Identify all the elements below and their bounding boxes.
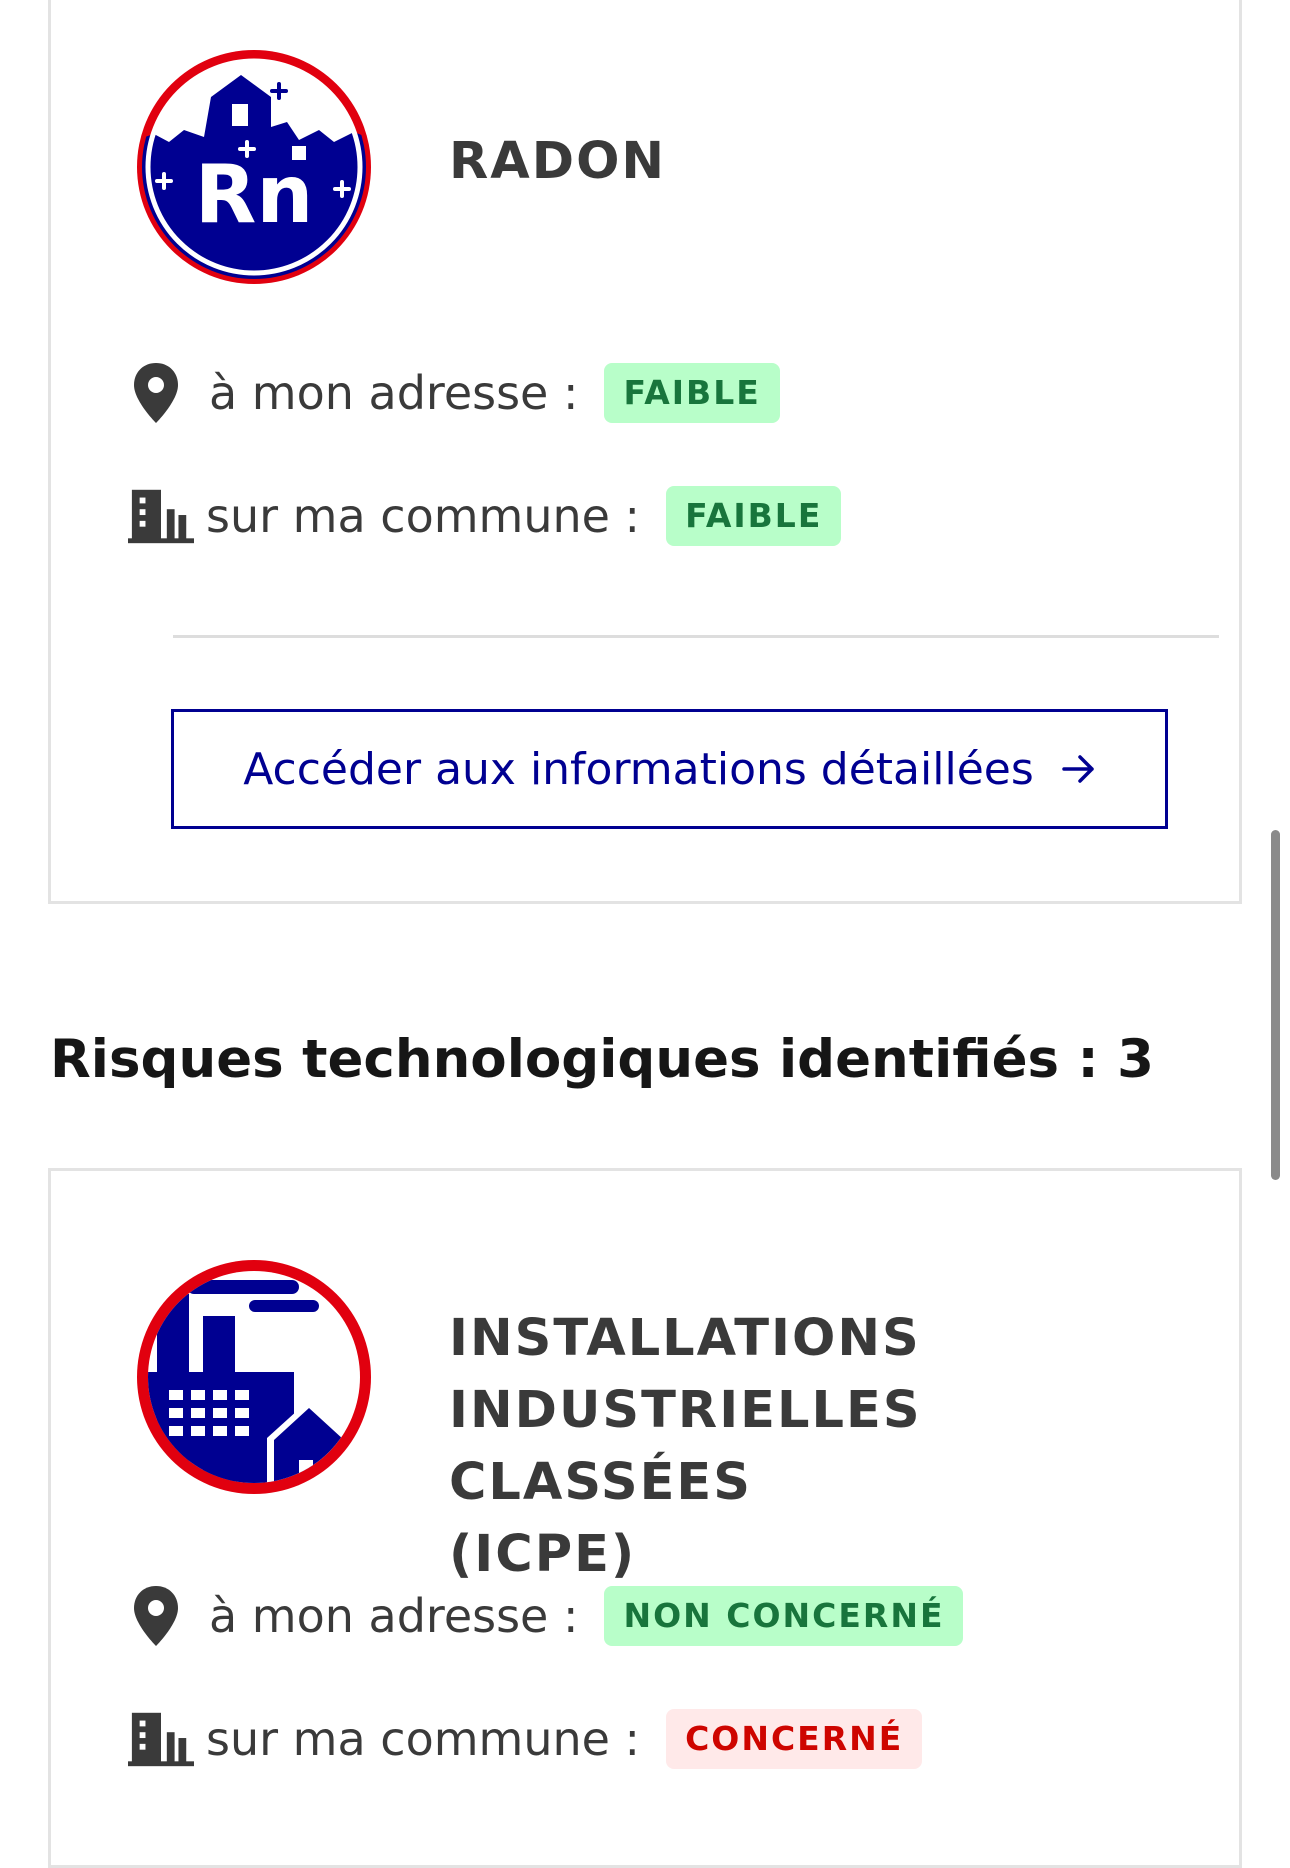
risk-card-icpe: INSTALLATIONS INDUSTRIELLES CLASSÉES (IC… xyxy=(48,1168,1242,1868)
address-label: à mon adresse : xyxy=(209,1589,579,1643)
address-risk-row: à mon adresse : FAIBLE xyxy=(131,358,780,428)
status-badge: NON CONCERNÉ xyxy=(604,1586,964,1646)
risk-title-line: INSTALLATIONS xyxy=(449,1309,921,1368)
status-badge: FAIBLE xyxy=(604,363,780,423)
detail-button-label: Accéder aux informations détaillées xyxy=(243,743,1034,795)
risk-title-line: INDUSTRIELLES CLASSÉES xyxy=(449,1381,922,1512)
address-risk-row: à mon adresse : NON CONCERNÉ xyxy=(131,1581,964,1651)
building-icon xyxy=(128,483,194,549)
building-icon xyxy=(128,1706,194,1772)
scrollbar[interactable] xyxy=(1271,830,1280,1180)
status-badge: FAIBLE xyxy=(666,486,842,546)
card-divider xyxy=(173,635,1219,638)
location-pin-icon xyxy=(131,1583,197,1649)
commune-risk-row: sur ma commune : FAIBLE xyxy=(128,481,842,551)
arrow-right-icon xyxy=(1062,754,1096,784)
address-label: à mon adresse : xyxy=(209,366,579,420)
commune-risk-row: sur ma commune : CONCERNÉ xyxy=(128,1704,923,1774)
factory-icon xyxy=(137,1260,371,1494)
svg-text:Rn: Rn xyxy=(195,148,314,241)
risk-title: INSTALLATIONS INDUSTRIELLES CLASSÉES (IC… xyxy=(449,1303,1239,1591)
risk-title: RADON xyxy=(449,132,667,191)
commune-label: sur ma commune : xyxy=(206,489,641,543)
radon-icon: Rn xyxy=(137,50,371,284)
detail-info-button[interactable]: Accéder aux informations détaillées xyxy=(171,709,1168,829)
section-title: Risques technologiques identifiés : 3 xyxy=(50,1029,1155,1090)
location-pin-icon xyxy=(131,360,197,426)
commune-label: sur ma commune : xyxy=(206,1712,641,1766)
status-badge: CONCERNÉ xyxy=(666,1709,923,1769)
